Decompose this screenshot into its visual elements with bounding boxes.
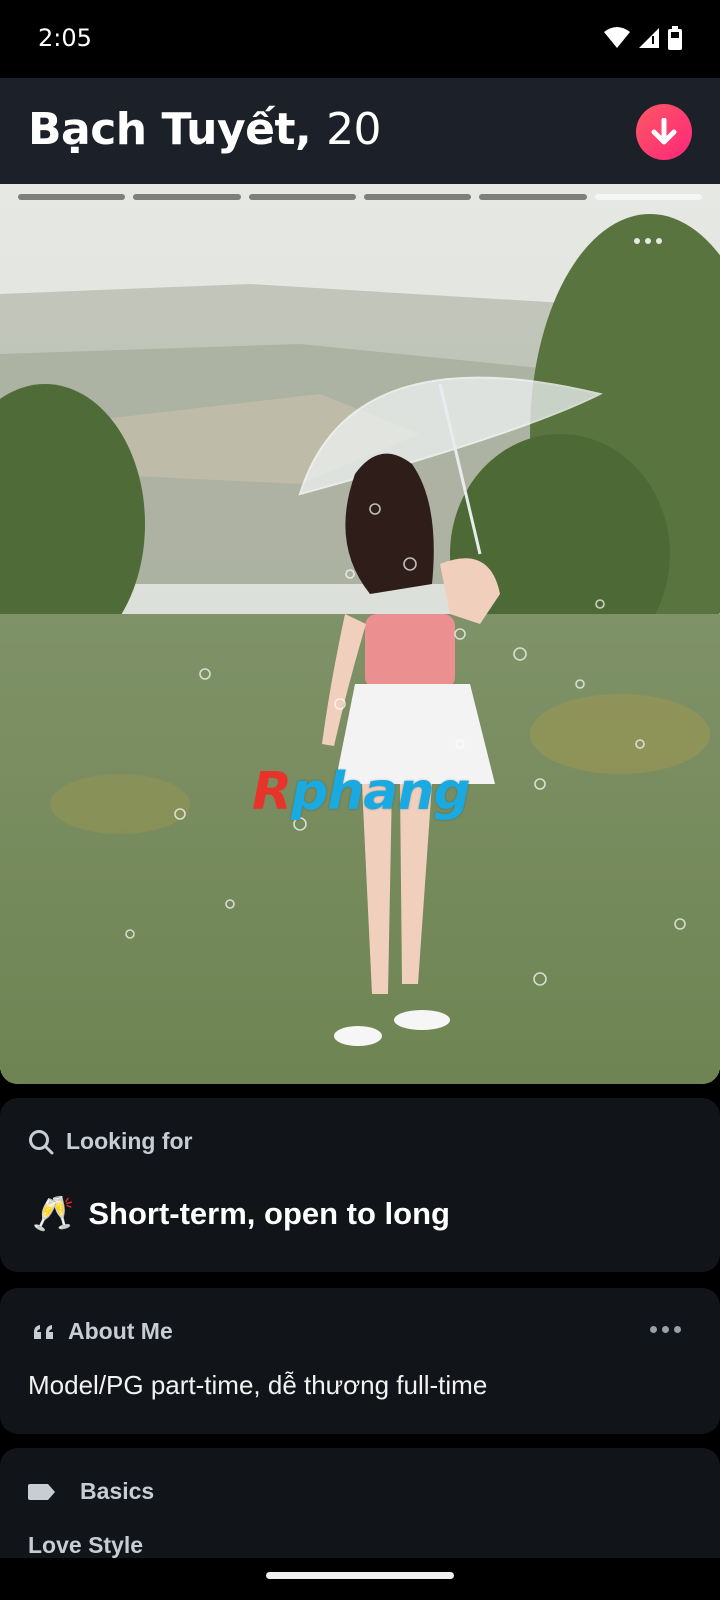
quote-icon: [34, 1324, 53, 1339]
champagne-icon: 🥂: [32, 1195, 75, 1233]
home-gesture-bar[interactable]: [266, 1572, 454, 1579]
system-nav-bar: [0, 1558, 720, 1600]
love-style-label: Love Style: [28, 1532, 144, 1558]
about-me-label: About Me: [68, 1318, 173, 1344]
photo-scene: [0, 184, 720, 1084]
looking-for-value-row: 🥂 Short-term, open to long: [32, 1194, 450, 1234]
status-icons: [604, 26, 682, 50]
profile-header: Bạch Tuyết, 20: [0, 78, 720, 184]
profile-age: 20: [326, 104, 382, 155]
looking-for-value: Short-term, open to long: [88, 1196, 450, 1231]
basics-header: Basics: [28, 1478, 154, 1505]
looking-for-card: Looking for 🥂 Short-term, open to long: [0, 1098, 720, 1272]
photo-more-icon[interactable]: [634, 238, 662, 244]
profile-name-age: Bạch Tuyết, 20: [28, 104, 382, 155]
photo-progress-segment: [248, 194, 356, 200]
photo-progress-segment: [133, 194, 241, 200]
looking-for-label: Looking for: [66, 1128, 193, 1154]
profile-photo[interactable]: Rphang: [0, 184, 720, 1084]
photo-progress-segment: [363, 194, 472, 200]
tag-icon: [28, 1483, 55, 1500]
about-me-text: Model/PG part-time, dễ thương full-time: [28, 1370, 488, 1400]
looking-for-header: Looking for: [28, 1128, 192, 1155]
about-me-more-icon[interactable]: [650, 1326, 681, 1333]
wifi-icon: [604, 27, 630, 48]
signal-icon: [639, 28, 659, 48]
photo-progress: [18, 194, 702, 200]
collapse-profile-button[interactable]: [636, 104, 692, 160]
photo-progress-segment: [18, 194, 126, 200]
profile-name: Bạch Tuyết,: [28, 104, 312, 155]
arrow-down-icon: [651, 118, 677, 145]
basics-label: Basics: [80, 1478, 155, 1504]
about-me-header: About Me: [32, 1318, 173, 1345]
watermark-logo: Rphang: [252, 762, 471, 822]
photo-progress-segment-active: [594, 194, 702, 200]
battery-icon: [668, 26, 682, 50]
status-time: 2:05: [38, 24, 92, 52]
status-bar: 2:05: [0, 0, 720, 78]
photo-progress-segment: [479, 194, 587, 200]
about-me-card: About Me Model/PG part-time, dễ thương f…: [0, 1288, 720, 1434]
search-icon: [29, 1129, 54, 1154]
